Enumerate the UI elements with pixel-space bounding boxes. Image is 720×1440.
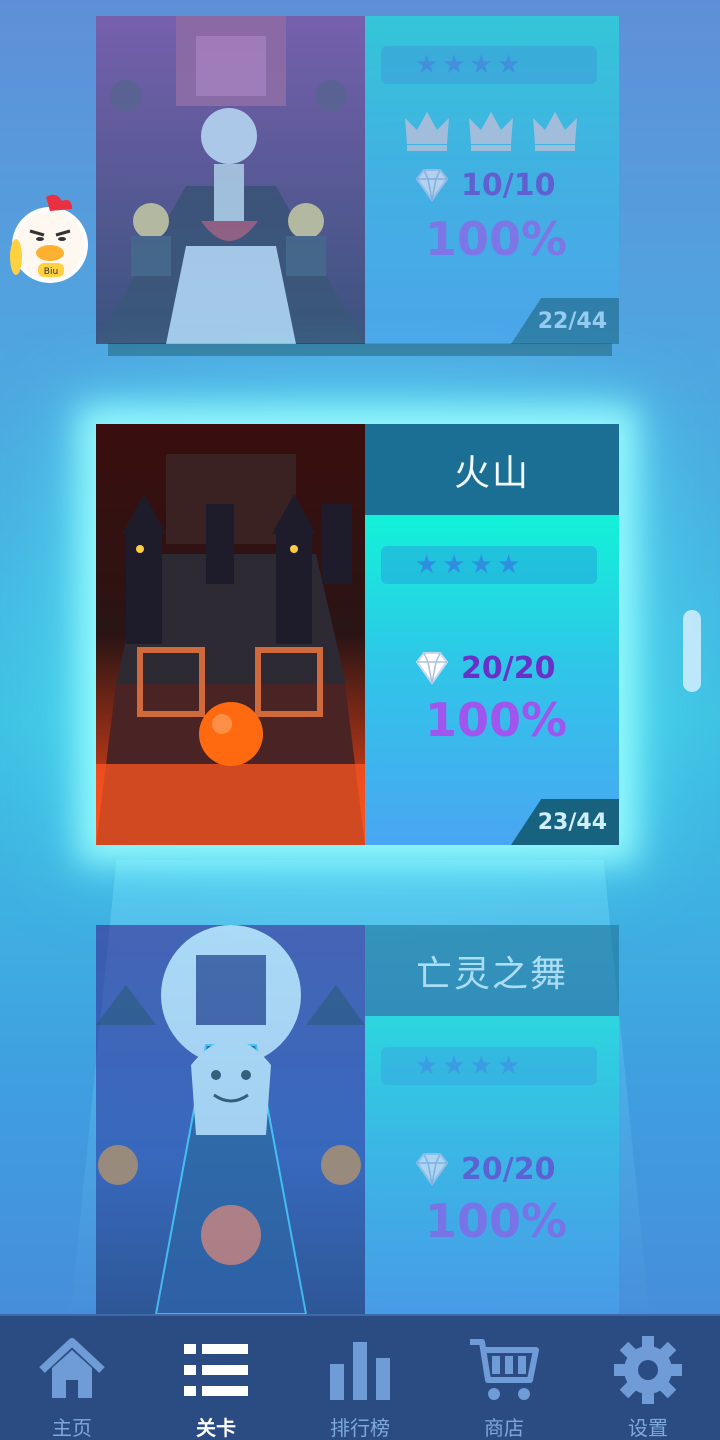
tab-settings[interactable]: 设置 xyxy=(588,1316,708,1440)
completion-percent: 100% xyxy=(424,212,568,266)
level-info-volcano: 火山 ★ ★ ★ ★ 20/20 100% 23/44 xyxy=(365,424,619,845)
diamond-icon xyxy=(415,169,449,202)
gem-count: 20/20 xyxy=(461,650,556,686)
level-card-circus[interactable]: ★ ★ ★ ★ 10/10 100% 22/44 xyxy=(96,16,619,344)
gem-count: 10/10 xyxy=(461,167,556,203)
tab-home[interactable]: 主页 xyxy=(12,1316,132,1440)
cart-icon xyxy=(470,1339,539,1400)
star-icon: ★ xyxy=(496,50,521,80)
bottom-tab-bar: 主页 关卡 排行榜 商店 设置 xyxy=(0,1314,720,1440)
crown-icon xyxy=(403,108,451,152)
level-thumbnail-circus xyxy=(96,16,365,344)
bar-chart-icon xyxy=(330,1342,390,1400)
list-icon xyxy=(184,1344,248,1396)
level-number: 23/44 xyxy=(511,799,619,845)
card-shadow-bar xyxy=(108,343,612,356)
star-icon: ★ xyxy=(442,50,466,80)
gem-counter: 20/20 xyxy=(413,1150,599,1188)
diamond-icon xyxy=(415,652,449,685)
star-icon: ★ xyxy=(496,1051,521,1081)
level-info-dance-of-dead: 亡灵之舞 ★ ★ ★ ★ 20/20 100% xyxy=(365,925,619,1314)
crown-icon xyxy=(467,108,515,152)
tab-label: 排行榜 xyxy=(330,1416,390,1440)
completion-percent: 100% xyxy=(424,693,568,747)
level-thumbnail-volcano xyxy=(96,424,365,845)
tab-leaderboard[interactable]: 排行榜 xyxy=(300,1316,420,1440)
crown-row xyxy=(403,108,579,152)
star-icon: ★ xyxy=(442,1051,466,1081)
gem-counter: 20/20 xyxy=(413,649,599,687)
tab-label: 商店 xyxy=(484,1416,524,1440)
star-rating: ★ ★ ★ ★ xyxy=(381,546,597,584)
diamond-icon xyxy=(415,1153,449,1186)
star-icon: ★ xyxy=(415,1051,439,1081)
star-icon: ★ xyxy=(469,1051,493,1081)
completion-percent: 100% xyxy=(424,1194,568,1248)
star-icon: ★ xyxy=(415,550,439,580)
star-icon: ★ xyxy=(469,550,493,580)
crown-icon xyxy=(531,108,579,152)
scrollbar-thumb[interactable] xyxy=(683,610,701,692)
tab-label: 设置 xyxy=(628,1416,668,1440)
tab-label: 关卡 xyxy=(196,1416,236,1440)
star-rating: ★ ★ ★ ★ xyxy=(381,1047,597,1085)
level-info-circus: ★ ★ ★ ★ 10/10 100% 22/44 xyxy=(365,16,619,344)
gear-icon xyxy=(614,1336,682,1404)
tab-levels[interactable]: 关卡 xyxy=(156,1316,276,1440)
level-title: 亡灵之舞 xyxy=(365,925,619,1016)
svg-text:Biu: Biu xyxy=(44,267,58,277)
star-icon: ★ xyxy=(442,550,466,580)
level-title: 火山 xyxy=(365,424,619,515)
home-icon xyxy=(39,1338,105,1398)
tab-shop[interactable]: 商店 xyxy=(444,1316,564,1440)
mascot-chick-icon[interactable]: Biu xyxy=(10,193,90,285)
level-thumbnail-dance-of-dead xyxy=(96,925,365,1314)
star-icon: ★ xyxy=(496,550,521,580)
level-card-volcano[interactable]: 火山 ★ ★ ★ ★ 20/20 100% 23/44 xyxy=(96,424,619,845)
star-icon: ★ xyxy=(415,50,439,80)
level-number: 22/44 xyxy=(511,298,619,344)
star-icon: ★ xyxy=(469,50,493,80)
star-rating: ★ ★ ★ ★ xyxy=(381,46,597,84)
tab-label: 主页 xyxy=(52,1416,92,1440)
level-card-dance-of-dead[interactable]: 亡灵之舞 ★ ★ ★ ★ 20/20 100% xyxy=(96,925,619,1314)
gem-counter: 10/10 xyxy=(413,166,599,204)
gem-count: 20/20 xyxy=(461,1151,556,1187)
